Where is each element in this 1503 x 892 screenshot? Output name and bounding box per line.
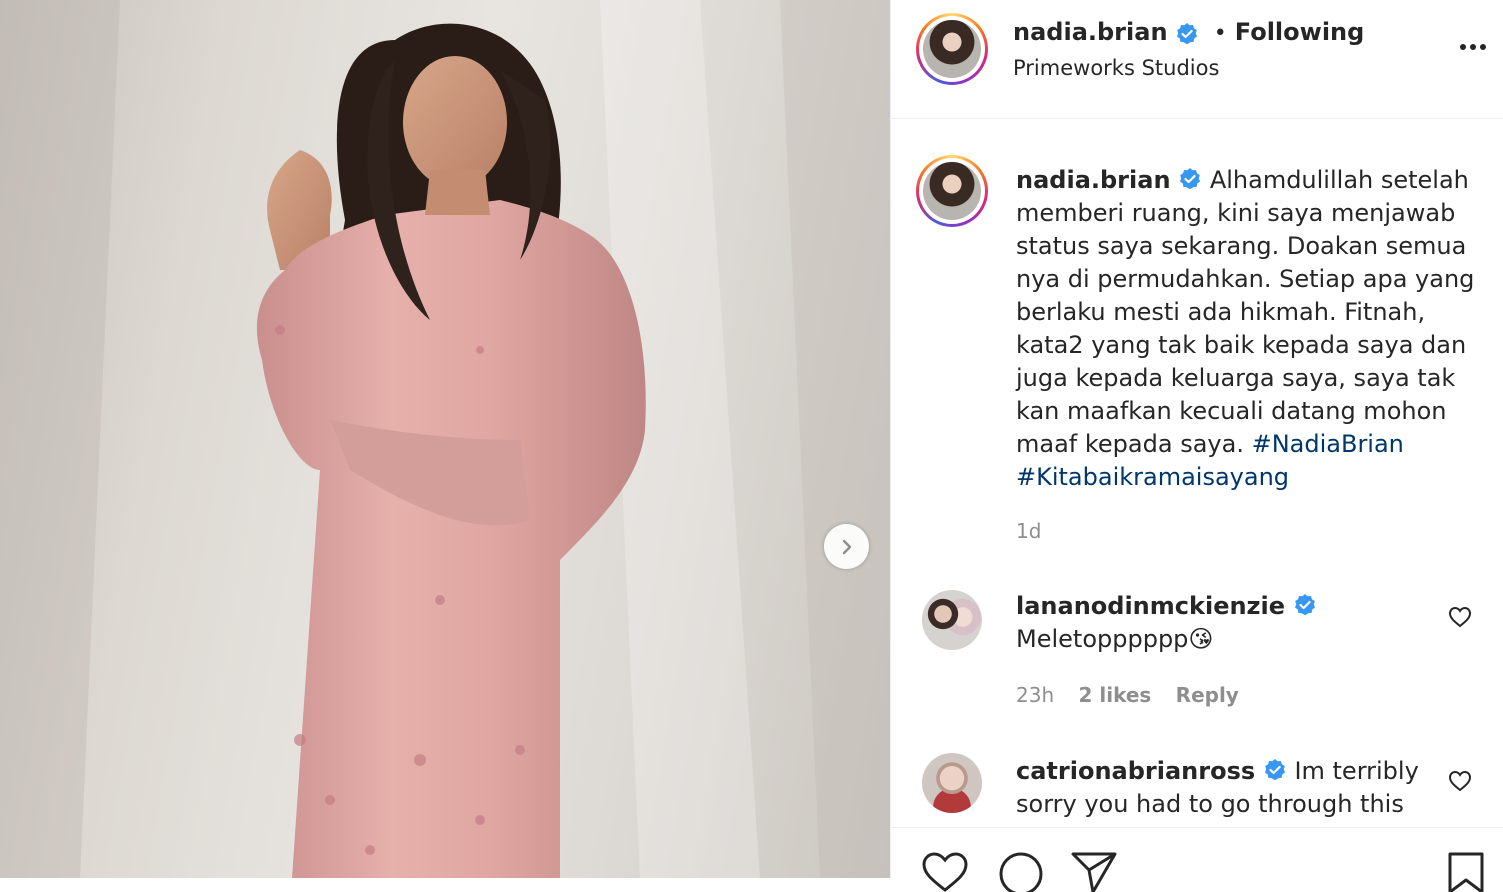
post-caption: nadia.brian Alhamdulillah setelah member… <box>1016 164 1486 494</box>
heart-icon[interactable] <box>1448 606 1472 628</box>
comment-meta: 23h 2 likes Reply <box>1016 683 1239 707</box>
header-title-row: nadia.brian • Following <box>1013 18 1364 46</box>
carousel-next-button[interactable] <box>824 524 869 569</box>
verified-badge-icon <box>1264 758 1285 780</box>
caption-line: berlaku mesti ada hikmah. Fitnah, <box>1016 298 1426 326</box>
caption-line: kan maafkan kecuali datang mohon <box>1016 397 1447 425</box>
follow-separator: • <box>1213 21 1227 46</box>
comment-likes[interactable]: 2 likes <box>1078 683 1151 707</box>
caption-line: Alhamdulillah setelah <box>1209 166 1469 194</box>
commenter-avatar[interactable] <box>922 753 982 813</box>
post-sidebar: nadia.brian • Following Primeworks Studi… <box>891 0 1503 892</box>
like-post-icon[interactable] <box>921 852 969 892</box>
post-image <box>0 0 890 878</box>
more-options-icon[interactable] <box>1459 42 1487 52</box>
reply-button[interactable]: Reply <box>1176 683 1239 707</box>
comment-item: lananodinmckienzie Meletopppppp😘 <box>1016 590 1317 656</box>
commenter-avatar[interactable] <box>922 590 982 650</box>
verified-badge-icon <box>1176 22 1197 44</box>
action-bar-divider <box>891 827 1503 828</box>
heart-icon[interactable] <box>1448 770 1472 792</box>
post-timestamp[interactable]: 1d <box>1016 519 1041 543</box>
caption-line: kata2 yang tak baik kepada saya dan <box>1016 331 1467 359</box>
caption-line: status saya sekarang. Doakan semua <box>1016 232 1467 260</box>
verified-badge-icon <box>1180 167 1201 189</box>
following-button[interactable]: Following <box>1235 18 1365 46</box>
post-photo <box>0 0 890 878</box>
caption-author-username[interactable]: nadia.brian <box>1016 166 1171 194</box>
chevron-right-icon <box>842 539 851 554</box>
comment-username[interactable]: lananodinmckienzie <box>1016 592 1285 620</box>
bookmark-icon[interactable] <box>1446 852 1486 892</box>
verified-badge-icon <box>1294 593 1315 615</box>
caption-line: maaf kepada saya. <box>1016 430 1244 458</box>
hashtag-link[interactable]: #NadiaBrian <box>1252 430 1404 458</box>
comment-text: Meletopppppp😘 <box>1016 625 1214 653</box>
post-header: nadia.brian • Following Primeworks Studi… <box>891 0 1503 119</box>
comment-time[interactable]: 23h <box>1016 683 1054 707</box>
post-location[interactable]: Primeworks Studios <box>1013 56 1219 80</box>
caption-line: memberi ruang, kini saya menjawab <box>1016 199 1456 227</box>
author-avatar[interactable] <box>916 13 988 85</box>
comment-icon[interactable] <box>997 852 1045 892</box>
comment-text: sorry you had to go through this <box>1016 790 1404 818</box>
caption-line: juga kepada keluarga saya, saya tak <box>1016 364 1456 392</box>
caption-line: nya di permudahkan. Setiap apa yang <box>1016 265 1475 293</box>
comment-username[interactable]: catrionabrianross <box>1016 757 1255 785</box>
caption-author-avatar[interactable] <box>916 155 988 227</box>
comment-item: catrionabrianross Im terribly sorry you … <box>1016 755 1419 821</box>
hashtag-link[interactable]: #Kitabaikramaisayang <box>1016 463 1289 491</box>
author-username[interactable]: nadia.brian <box>1013 18 1168 46</box>
share-icon[interactable] <box>1071 852 1119 892</box>
comment-text: Im terribly <box>1294 757 1419 785</box>
